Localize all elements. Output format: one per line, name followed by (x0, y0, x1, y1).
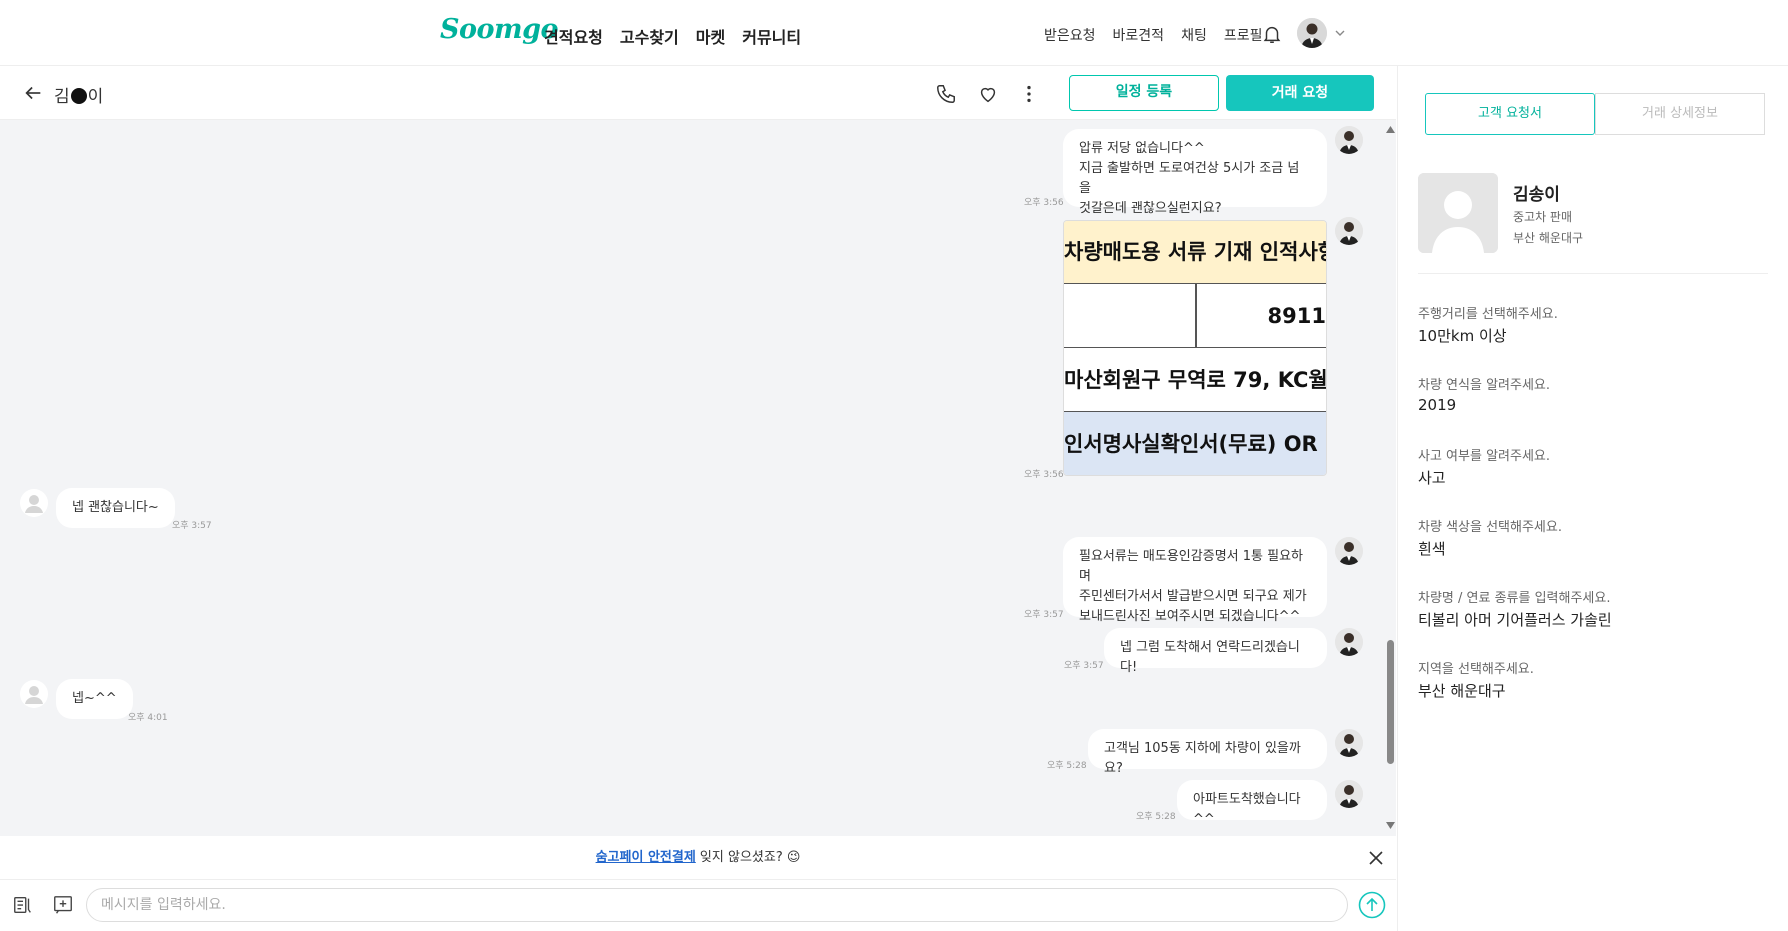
schedule-button[interactable]: 일정 등록 (1069, 75, 1219, 111)
question-value: 흰색 (1418, 540, 1446, 558)
message-composer (0, 880, 1396, 931)
nav-chat[interactable]: 채팅 (1181, 25, 1207, 45)
chat-messages[interactable]: 압류 저당 없습니다^^ 지금 출발하면 도로여건상 5시가 조금 넘을 것갈은… (0, 120, 1396, 836)
scroll-down-icon[interactable] (1386, 822, 1395, 829)
avatar (1335, 126, 1363, 154)
chat-partner-name-last: 이 (87, 87, 104, 107)
customer-service: 중고차 판매 (1513, 210, 1573, 224)
safe-payment-notice: 숨고페이 안전결제 잊지 않으셨죠? 😉 (0, 836, 1396, 880)
customer-name: 김송이 (1513, 185, 1560, 205)
heart-icon[interactable] (977, 83, 999, 105)
scrollbar-thumb[interactable] (1387, 640, 1394, 764)
top-navigation: Soomgo 견적요청 고수찾기 마켓 커뮤니티 받은요청 바로견적 채팅 프로… (0, 0, 1788, 66)
divider (1418, 273, 1768, 274)
chat-header: 김이 일정 등록 거래 요청 (0, 66, 1396, 120)
question-value: 사고 (1418, 469, 1446, 487)
question-value: 부산 해운대구 (1418, 682, 1506, 700)
chat-scrollbar[interactable] (1385, 120, 1396, 836)
message-time: 오후 5:28 (1047, 761, 1087, 771)
request-panel: 고객 요청서 거래 상세정보 김송이 중고차 판매 부산 해운대구 주행거리를 … (1397, 66, 1788, 931)
tab-deal-details[interactable]: 거래 상세정보 (1595, 93, 1765, 135)
avatar (1335, 537, 1363, 565)
message-time: 오후 5:28 (1136, 812, 1176, 822)
question-label: 차량명 / 연료 종류를 입력해주세요. (1418, 591, 1611, 606)
image-message[interactable]: 차량매도용 서류 기재 인적사항 8911 마산회원구 무역로 79, KC월 … (1063, 220, 1327, 476)
question-value: 티볼리 아머 기어플러스 가솔린 (1418, 611, 1612, 629)
more-vertical-icon[interactable] (1018, 83, 1040, 105)
question-value: 2019 (1418, 396, 1457, 414)
message-time: 오후 4:01 (128, 713, 168, 723)
message-bubble-sent: 아파트도착했습니다^^ (1177, 780, 1327, 827)
notice-text: 잊지 않으셨죠? 😉 (695, 850, 801, 865)
nav-profile[interactable]: 프로필 (1224, 25, 1263, 45)
chevron-down-icon[interactable] (1334, 27, 1346, 39)
image-row: 마산회원구 무역로 79, KC월 (1064, 348, 1326, 412)
add-attachment-icon[interactable] (52, 894, 74, 916)
bell-icon[interactable] (1261, 22, 1283, 46)
customer-avatar (1418, 173, 1498, 253)
image-row: 인서명사실확인서(무료) OR (1064, 412, 1326, 475)
image-cell-divider (1195, 284, 1197, 348)
question-label: 차량 연식을 알려주세요. (1418, 378, 1550, 393)
soomgo-logo[interactable]: Soomgo (440, 14, 558, 45)
template-icon[interactable] (12, 894, 34, 916)
message-bubble-received: 넵 괜찮습니다~ (56, 488, 175, 528)
scroll-up-icon[interactable] (1386, 126, 1395, 133)
safe-payment-link[interactable]: 숨고페이 안전결제 (596, 850, 696, 865)
nav-received-requests[interactable]: 받은요청 (1044, 25, 1096, 45)
question-label: 주행거리를 선택해주세요. (1418, 307, 1558, 322)
question-label: 사고 여부를 알려주세요. (1418, 449, 1550, 464)
question-value: 10만km 이상 (1418, 327, 1507, 345)
question-label: 차량 색상을 선택해주세요. (1418, 520, 1562, 535)
nav-instant-quote[interactable]: 바로견적 (1113, 25, 1165, 45)
customer-location: 부산 해운대구 (1513, 231, 1584, 245)
avatar[interactable] (1297, 18, 1327, 48)
send-icon[interactable] (1358, 891, 1386, 919)
nav-community[interactable]: 커뮤니티 (742, 24, 801, 48)
avatar (1335, 729, 1363, 757)
chat-partner-name: 김이 (54, 82, 103, 107)
message-bubble-sent: 압류 저당 없습니다^^ 지금 출발하면 도로여건상 5시가 조금 넘을 것갈은… (1063, 129, 1327, 216)
message-time: 오후 3:57 (1064, 661, 1104, 671)
message-time: 오후 3:56 (1024, 198, 1064, 208)
message-bubble-sent: 고객님 105동 지하에 차량이 있을까요? (1088, 729, 1327, 776)
phone-icon[interactable] (935, 83, 957, 105)
avatar (1335, 217, 1363, 245)
question-label: 지역을 선택해주세요. (1418, 662, 1534, 677)
deal-request-button[interactable]: 거래 요청 (1226, 75, 1374, 111)
message-time: 오후 3:57 (172, 521, 212, 531)
message-bubble-sent: 필요서류는 매도용인감증명서 1통 필요하며 주민센터가서서 발급받으시면 되구… (1063, 537, 1327, 624)
message-bubble-received: 넵~^^ (56, 679, 133, 719)
image-row: 차량매도용 서류 기재 인적사항 (1064, 221, 1326, 284)
avatar (20, 489, 48, 517)
nav-quote-request[interactable]: 견적요청 (544, 24, 603, 48)
avatar (1335, 780, 1363, 808)
nav-find-pro[interactable]: 고수찾기 (620, 24, 679, 48)
message-input[interactable] (86, 888, 1348, 922)
back-arrow-icon[interactable] (22, 82, 44, 104)
avatar (1335, 628, 1363, 656)
message-time: 오후 3:57 (1024, 610, 1064, 620)
message-time: 오후 3:56 (1024, 470, 1064, 480)
message-bubble-sent: 넵 그럼 도착해서 연락드리겠습니다! (1104, 628, 1327, 675)
name-mask (70, 88, 87, 104)
nav-market[interactable]: 마켓 (696, 24, 725, 48)
avatar (20, 680, 48, 708)
user-nav: 받은요청 바로견적 채팅 프로필 (1044, 25, 1262, 45)
main-nav: 견적요청 고수찾기 마켓 커뮤니티 (544, 24, 801, 48)
chat-partner-name-first: 김 (54, 87, 70, 107)
close-icon[interactable] (1368, 850, 1384, 866)
tab-customer-request[interactable]: 고객 요청서 (1425, 93, 1595, 135)
